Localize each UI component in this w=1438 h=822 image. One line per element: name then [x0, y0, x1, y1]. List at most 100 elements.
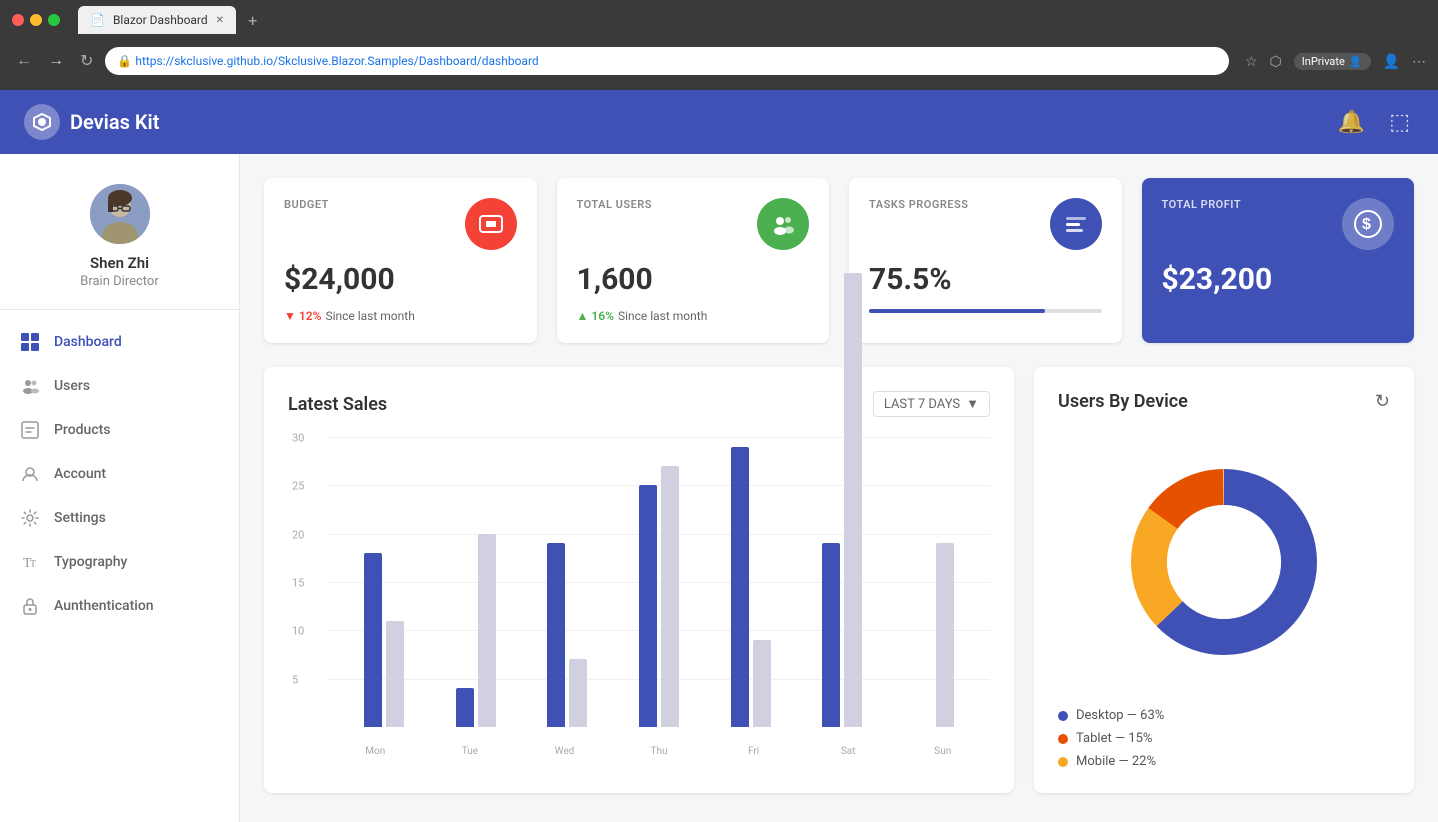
- reload-button[interactable]: ↻: [76, 47, 97, 75]
- budget-label: BUDGET: [284, 198, 329, 211]
- notification-button[interactable]: 🔔: [1334, 105, 1369, 139]
- legend-dot: [1058, 757, 1068, 767]
- legend-item: Tablet — 15%: [1058, 731, 1390, 746]
- date-filter-label: LAST 7 DAYS: [884, 397, 960, 412]
- profile-name: Shen Zhi: [90, 254, 149, 272]
- total-profit-value: $23,200: [1162, 262, 1395, 297]
- sidebar-item-users[interactable]: Users: [0, 364, 239, 408]
- new-tab-button[interactable]: +: [248, 11, 257, 30]
- settings-label: Settings: [54, 510, 106, 526]
- inprivate-badge: InPrivate 👤: [1294, 53, 1371, 70]
- tab-close-button[interactable]: ✕: [216, 15, 224, 26]
- bar-gray: [569, 659, 587, 727]
- x-label: Sat: [801, 746, 896, 757]
- total-profit-icon: $: [1342, 198, 1394, 250]
- refresh-button[interactable]: ↻: [1375, 391, 1390, 412]
- profile-button[interactable]: 👤: [1383, 53, 1400, 70]
- svg-text:$: $: [1362, 216, 1371, 233]
- products-label: Products: [54, 422, 111, 438]
- sidebar-item-products[interactable]: Products: [0, 408, 239, 452]
- x-label: Thu: [612, 746, 707, 757]
- bar-gray: [661, 466, 679, 727]
- bar-group: [338, 553, 430, 727]
- x-label: Fri: [706, 746, 801, 757]
- bars-area: [328, 437, 990, 727]
- legend-label: Tablet — 15%: [1076, 731, 1152, 746]
- account-label: Account: [54, 466, 106, 482]
- minimize-dot[interactable]: [30, 14, 42, 26]
- more-button[interactable]: ⋯: [1412, 53, 1426, 70]
- bookmark-button[interactable]: ☆: [1245, 53, 1258, 70]
- sidebar-item-settings[interactable]: Settings: [0, 496, 239, 540]
- donut-chart-container: [1058, 432, 1390, 692]
- bar-blue: [547, 543, 565, 727]
- url-text: https://skclusive.github.io/Skclusive.Bl…: [135, 54, 538, 68]
- total-users-icon: [757, 198, 809, 250]
- profile-role: Brain Director: [80, 274, 159, 289]
- bar-group: [705, 447, 797, 727]
- donut-chart: [1114, 452, 1334, 672]
- x-axis-labels: MonTueWedThuFriSatSun: [328, 746, 990, 757]
- sidebar-item-typography[interactable]: T T Typography: [0, 540, 239, 584]
- tasks-progress-label: TASKS PROGRESS: [869, 198, 968, 211]
- bar-blue: [822, 543, 840, 727]
- avatar: [90, 184, 150, 244]
- bar-group: [613, 466, 705, 727]
- bar-group: [797, 273, 889, 727]
- sidebar: Shen Zhi Brain Director Dashboard: [0, 154, 240, 822]
- chevron-down-icon: ▼: [966, 396, 979, 412]
- budget-value: $24,000: [284, 262, 517, 297]
- bar-group: [430, 534, 522, 727]
- bar-gray: [753, 640, 771, 727]
- logo-area: Devias Kit: [24, 104, 1334, 140]
- settings-icon: [20, 508, 40, 528]
- budget-icon: [465, 198, 517, 250]
- forward-button[interactable]: →: [44, 48, 68, 74]
- maximize-dot[interactable]: [48, 14, 60, 26]
- dashboard-icon: [20, 332, 40, 352]
- tasks-progress-card: TASKS PROGRESS 75.5%: [849, 178, 1122, 343]
- legend-label: Desktop — 63%: [1076, 708, 1164, 723]
- progress-bar-fill: [869, 309, 1045, 313]
- sidebar-item-account[interactable]: Account: [0, 452, 239, 496]
- sidebar-item-authentication[interactable]: Aunthentication: [0, 584, 239, 628]
- bottom-row: Latest Sales LAST 7 DAYS ▼ 30 25 20 15 1…: [264, 367, 1414, 793]
- back-button[interactable]: ←: [12, 48, 36, 74]
- tasks-progress-value: 75.5%: [869, 262, 1102, 297]
- account-icon: [20, 464, 40, 484]
- bar-gray: [844, 273, 862, 727]
- bar-gray: [936, 543, 954, 727]
- x-label: Sun: [895, 746, 990, 757]
- sidebar-profile: Shen Zhi Brain Director: [0, 174, 239, 310]
- authentication-label: Aunthentication: [54, 598, 154, 614]
- bar-blue: [364, 553, 382, 727]
- total-users-change-text: Since last month: [618, 309, 707, 323]
- browser-dots: [12, 14, 60, 26]
- total-users-card: TOTAL USERS 1,600 ▲ 16% Since last month: [557, 178, 830, 343]
- progress-bar-container: [869, 309, 1102, 313]
- x-label: Wed: [517, 746, 612, 757]
- date-filter-button[interactable]: LAST 7 DAYS ▼: [873, 391, 990, 417]
- logout-button[interactable]: ⬚: [1385, 105, 1414, 139]
- tab-title: Blazor Dashboard: [113, 13, 208, 27]
- sidebar-item-dashboard[interactable]: Dashboard: [0, 320, 239, 364]
- avatar-image: [90, 184, 150, 244]
- authentication-icon: [20, 596, 40, 616]
- address-bar[interactable]: 🔒 https://skclusive.github.io/Skclusive.…: [105, 47, 1229, 75]
- collections-button[interactable]: ⬡: [1270, 53, 1282, 70]
- svg-text:T: T: [30, 559, 36, 570]
- browser-chrome: 📄 Blazor Dashboard ✕ + ← → ↻ 🔒 https://s…: [0, 0, 1438, 90]
- tasks-progress-icon: [1050, 198, 1102, 250]
- browser-tab[interactable]: 📄 Blazor Dashboard ✕: [78, 6, 236, 34]
- bar-blue: [639, 485, 657, 727]
- logo-icon: [24, 104, 60, 140]
- sidebar-navigation: Dashboard Users: [0, 320, 239, 628]
- total-users-value: 1,600: [577, 262, 810, 297]
- close-dot[interactable]: [12, 14, 24, 26]
- bar-blue: [731, 447, 749, 727]
- app-layout: Shen Zhi Brain Director Dashboard: [0, 154, 1438, 822]
- inprivate-label: InPrivate: [1302, 55, 1345, 68]
- users-icon: [20, 376, 40, 396]
- typography-label: Typography: [54, 554, 127, 570]
- dashboard-label: Dashboard: [54, 334, 122, 350]
